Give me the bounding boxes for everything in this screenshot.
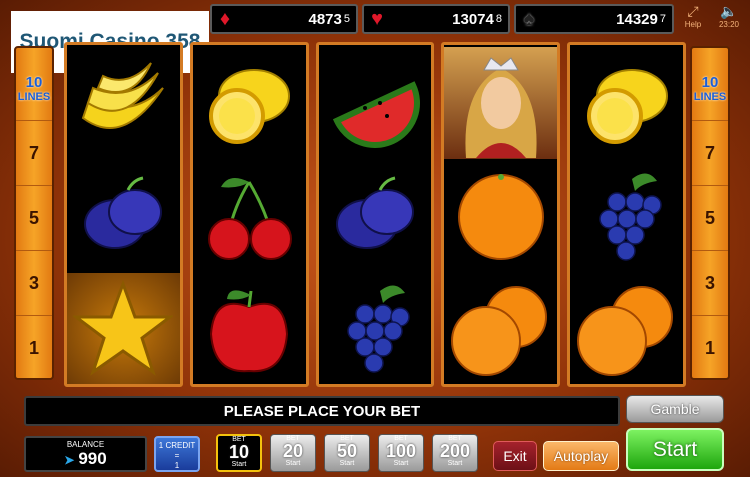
banana-symbol (67, 47, 180, 159)
reel-4 (441, 42, 561, 387)
bet-sub: Start (231, 461, 247, 468)
message-bar: PLEASE PLACE YOUR BET (24, 396, 620, 426)
jackpot-value: 4873 (308, 10, 342, 28)
balance-label: BALANCE (66, 440, 105, 449)
jackpot-sub: 7 (659, 13, 666, 25)
bet-value: 20 (282, 441, 304, 461)
jackpot-sub: 5 (343, 13, 350, 25)
bet-sub: Start (393, 460, 409, 467)
bet-value: 200 (439, 441, 471, 461)
orange-symbol (570, 273, 683, 384)
lemon-symbol (193, 47, 306, 159)
bet-button-50[interactable]: BET 50 Start (324, 434, 370, 472)
fullscreen-icon: ⤢ (687, 3, 699, 19)
line-indicator[interactable]: 7 (692, 120, 728, 185)
reel-5 (567, 42, 686, 387)
help-button[interactable]: ⤢ Help (680, 4, 706, 32)
arrow-icon: ➤ (64, 453, 75, 467)
sound-button[interactable]: 🔈 23:20 (716, 4, 742, 32)
reel-1 (64, 42, 183, 387)
bet-value: 100 (385, 441, 417, 461)
bet-button-20[interactable]: BET 20 Start (270, 434, 316, 472)
reel-2 (189, 42, 309, 387)
lines-number: 10 (701, 74, 719, 91)
bet-sub: Start (285, 460, 301, 467)
line-indicator[interactable]: 5 (692, 185, 728, 250)
exit-button[interactable]: Exit (493, 441, 537, 471)
top-icons: ⤢ Help 🔈 23:20 (680, 4, 742, 32)
jackpot-diamond: ♦ 4873 5 (210, 4, 358, 34)
orange-symbol (444, 161, 557, 273)
princess-symbol (444, 47, 558, 159)
lines-panel-right: 10 LINES 7 5 3 1 (690, 46, 730, 380)
jackpot-value: 14329 (616, 10, 658, 28)
lines-label: LINES (17, 91, 51, 103)
bet-button-10[interactable]: BET 10 Start (216, 434, 262, 472)
bet-value: 50 (336, 441, 358, 461)
balance-value: 990 (78, 449, 107, 468)
grapes-symbol (570, 161, 683, 273)
jackpot-bar: ♦ 4873 5 ♥ 13074 8 ♠ 14329 7 (210, 4, 680, 36)
lines-panel-left: 10 LINES 7 5 3 1 (14, 46, 54, 380)
jackpot-spade: ♠ 14329 7 (514, 4, 674, 34)
diamond-icon: ♦ (219, 7, 231, 30)
lines-label: LINES (693, 91, 727, 103)
cherry-symbol (193, 161, 306, 273)
jackpot-sub: 8 (495, 13, 502, 25)
bet-sub: Start (447, 460, 463, 467)
plum-symbol (67, 161, 180, 273)
credit-value: 1 (174, 461, 180, 470)
autoplay-button[interactable]: Autoplay (543, 441, 619, 471)
balance-value-row: ➤ 990 (26, 449, 145, 469)
credit-eq: = (174, 451, 180, 460)
bet-button-200[interactable]: BET 200 Start (432, 434, 478, 472)
help-label: Help (684, 20, 702, 29)
lines-count: 10 LINES (692, 74, 728, 104)
gamble-button[interactable]: Gamble (626, 395, 724, 423)
lines-number: 10 (25, 74, 43, 91)
line-indicator[interactable]: 3 (692, 250, 728, 315)
lemon-symbol (570, 47, 683, 159)
orange-symbol (444, 273, 557, 384)
plum-symbol (319, 161, 432, 273)
star-symbol (67, 273, 180, 384)
heart-icon: ♥ (371, 7, 383, 30)
bet-button-100[interactable]: BET 100 Start (378, 434, 424, 472)
credit-button[interactable]: 1 CREDIT = 1 (154, 436, 200, 472)
line-indicator[interactable]: 5 (16, 185, 52, 250)
line-indicator[interactable]: 1 (692, 315, 728, 380)
start-button[interactable]: Start (626, 428, 724, 471)
jackpot-value: 13074 (452, 10, 494, 28)
speaker-icon: 🔈 (720, 3, 738, 19)
lines-count: 10 LINES (16, 74, 52, 104)
bet-value: 10 (228, 442, 250, 462)
spade-icon: ♠ (523, 7, 535, 30)
reels (64, 42, 686, 387)
clock-label: 23:20 (718, 20, 740, 29)
line-indicator[interactable]: 1 (16, 315, 52, 380)
watermelon-symbol (319, 47, 432, 159)
line-indicator[interactable]: 3 (16, 250, 52, 315)
bet-sub: Start (339, 460, 355, 467)
credit-label: 1 CREDIT (158, 441, 196, 450)
balance-display: BALANCE ➤ 990 (24, 436, 147, 472)
line-indicator[interactable]: 7 (16, 120, 52, 185)
apple-symbol (193, 273, 306, 384)
jackpot-heart: ♥ 13074 8 (362, 4, 510, 34)
reel-3 (315, 42, 435, 387)
grapes-symbol (319, 273, 432, 384)
